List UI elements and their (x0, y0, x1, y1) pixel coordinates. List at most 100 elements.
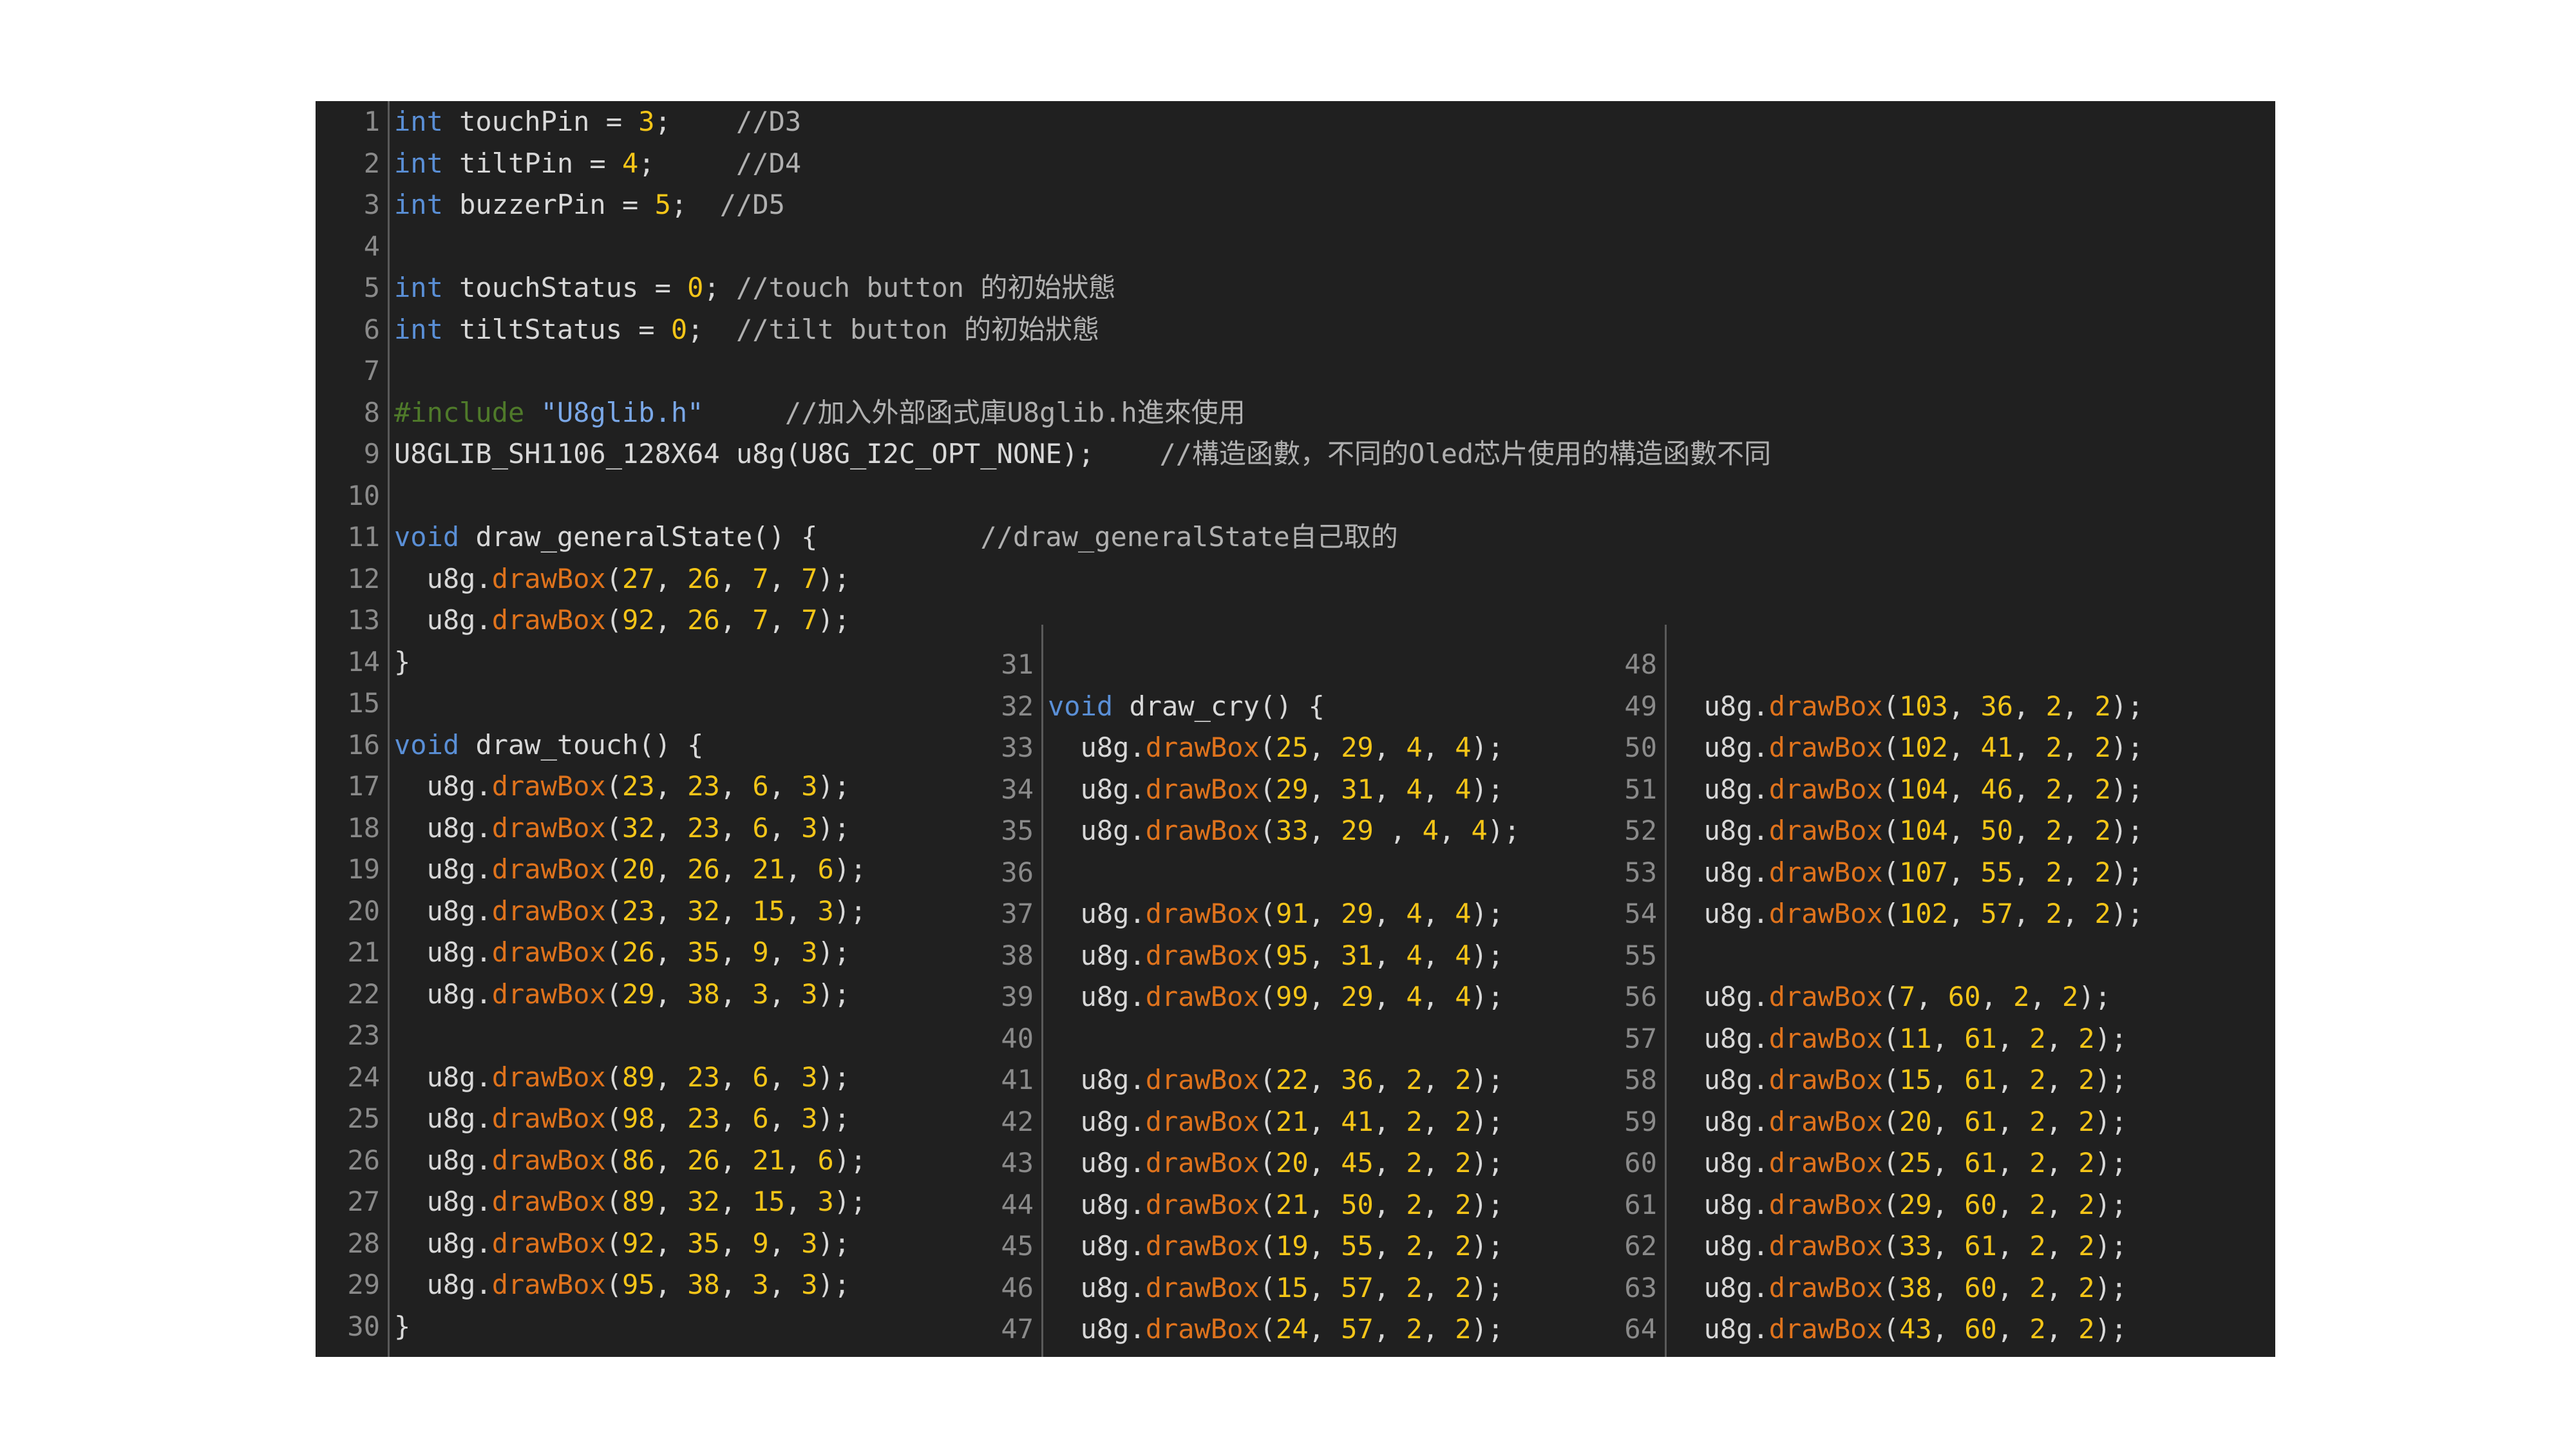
code-token: ( (1882, 1230, 1900, 1262)
code-token: , (1915, 981, 1948, 1012)
code-token: ); (2094, 1022, 2128, 1054)
code-token: 31 (1341, 939, 1374, 971)
code-token: //D3 (736, 106, 802, 137)
code-line[interactable] (1671, 644, 2143, 686)
code-line[interactable]: u8g.drawBox(19, 55, 2, 2); (1048, 1226, 1520, 1267)
code-token: 21 (752, 853, 785, 885)
code-token: 23 (687, 811, 720, 844)
code-line[interactable]: u8g.drawBox(107, 55, 2, 2); (1671, 852, 2144, 894)
code-line[interactable]: u8g.drawBox(38, 60, 2, 2); (1671, 1267, 2143, 1309)
code-token: 4 (1455, 773, 1472, 805)
gutter-divider (1665, 625, 1667, 1357)
code-line[interactable]: u8g.drawBox(25, 61, 2, 2); (1671, 1142, 2143, 1184)
code-token: 102 (1899, 898, 1948, 929)
code-line[interactable]: u8g.drawBox(102, 57, 2, 2); (1671, 893, 2144, 935)
code-line[interactable]: u8g.drawBox(27, 26, 7, 7); (394, 558, 1771, 600)
code-token: 61 (1964, 1147, 1997, 1179)
code-token: int (394, 147, 443, 179)
line-number-gutter: 48 49 50 51 52 53 54 55 56 57 58 59 60 61 62 63 64 (1593, 644, 1657, 1350)
code-line[interactable]: void draw_cry() { (1048, 686, 1520, 728)
code-token: 9 (752, 936, 769, 968)
code-token: u8g. (1671, 773, 1769, 805)
code-token: , (1308, 1188, 1341, 1220)
code-line[interactable]: u8g.drawBox(33, 61, 2, 2); (1671, 1226, 2143, 1267)
code-token: u8g. (394, 936, 492, 968)
code-line[interactable]: u8g.drawBox(103, 36, 2, 2); (1671, 686, 2144, 728)
code-line[interactable]: void draw_generalState() { //draw_genera… (394, 516, 1771, 558)
code-line[interactable]: u8g.drawBox(20, 45, 2, 2); (1048, 1142, 1520, 1184)
code-token: 2 (2029, 1230, 2046, 1262)
code-line[interactable]: u8g.drawBox(15, 57, 2, 2); (1048, 1267, 1520, 1309)
code-token: , (719, 1227, 753, 1259)
code-line[interactable]: U8GLIB_SH1106_128X64 u8g(U8G_I2C_OPT_NON… (394, 433, 1771, 475)
code-line[interactable]: u8g.drawBox(11, 61, 2, 2); (1671, 1018, 2143, 1060)
code-line[interactable]: int touchStatus = 0; //touch button 的初始狀… (394, 267, 1771, 309)
code-line[interactable] (1671, 935, 2143, 977)
code-line[interactable]: u8g.drawBox(29, 31, 4, 4); (1048, 769, 1520, 811)
code-token: 7 (801, 562, 818, 594)
code-line[interactable] (1048, 1018, 1520, 1060)
code-line[interactable]: u8g.drawBox(20, 61, 2, 2); (1671, 1101, 2143, 1143)
code-token: drawBox (491, 562, 606, 594)
code-text[interactable]: void draw_cry() { u8g.drawBox(25, 29, 4,… (1048, 644, 1520, 1350)
code-line[interactable]: int touchPin = 3; //D3 (394, 101, 1771, 143)
code-line[interactable]: #include "U8glib.h" //加入外部函式庫U8glib.h進來使… (394, 392, 1771, 434)
code-line[interactable]: u8g.drawBox(21, 50, 2, 2); (1048, 1184, 1520, 1226)
code-line[interactable]: u8g.drawBox(24, 57, 2, 2); (1048, 1309, 1520, 1350)
code-token: , (1373, 732, 1406, 763)
code-line[interactable] (1048, 644, 1520, 686)
code-line[interactable]: u8g.drawBox(7, 60, 2, 2); (1671, 976, 2143, 1018)
code-line[interactable] (394, 226, 1771, 268)
code-line[interactable]: int buzzerPin = 5; //D5 (394, 184, 1771, 226)
code-line[interactable]: int tiltStatus = 0; //tilt button 的初始狀態 (394, 309, 1771, 351)
code-token: drawBox (491, 978, 606, 1010)
code-text[interactable]: u8g.drawBox(103, 36, 2, 2); u8g.drawBox(… (1671, 644, 2144, 1350)
code-token: 103 (1899, 690, 1948, 722)
code-line[interactable] (394, 475, 1771, 517)
code-token: #include (394, 396, 525, 428)
line-number: 61 (1624, 1188, 1657, 1220)
code-token: drawBox (1768, 1022, 1883, 1054)
code-line[interactable]: u8g.drawBox(15, 61, 2, 2); (1671, 1059, 2143, 1101)
code-line[interactable] (1048, 852, 1520, 894)
code-editor[interactable]: 1 2 3 4 5 6 7 8 9 10 11 12 13 14 15 16 17 18 19 20 21 22 23 24 2… (316, 101, 2275, 1357)
code-line[interactable]: u8g.drawBox(95, 31, 4, 4); (1048, 935, 1520, 977)
code-token: drawBox (1768, 856, 1883, 888)
code-line[interactable]: u8g.drawBox(104, 50, 2, 2); (1671, 810, 2144, 852)
code-token: u8g. (1671, 690, 1769, 722)
code-line[interactable]: int tiltPin = 4; //D4 (394, 143, 1771, 185)
code-token: , (1947, 773, 1981, 805)
code-token: 60 (1947, 981, 1981, 1012)
code-token: drawBox (1145, 773, 1260, 805)
line-number: 36 (1001, 856, 1034, 888)
code-line[interactable]: u8g.drawBox(43, 60, 2, 2); (1671, 1309, 2143, 1350)
code-line[interactable]: u8g.drawBox(22, 36, 2, 2); (1048, 1059, 1520, 1101)
code-token: , (719, 1144, 753, 1176)
code-line[interactable]: u8g.drawBox(21, 41, 2, 2); (1048, 1101, 1520, 1143)
code-line[interactable]: u8g.drawBox(29, 60, 2, 2); (1671, 1184, 2143, 1226)
code-token: , (1996, 1022, 2030, 1054)
code-token: 9 (752, 1227, 769, 1259)
code-token: ( (605, 770, 623, 802)
code-token: drawBox (1768, 690, 1883, 722)
code-line[interactable]: u8g.drawBox(99, 29, 4, 4); (1048, 976, 1520, 1018)
line-number: 48 (1624, 649, 1657, 680)
code-line[interactable] (394, 350, 1771, 392)
code-token: ( (1259, 1147, 1276, 1179)
line-number: 63 (1624, 1271, 1657, 1303)
code-token: , (719, 936, 753, 968)
code-line[interactable]: u8g.drawBox(91, 29, 4, 4); (1048, 893, 1520, 935)
code-token: , (1947, 815, 1981, 846)
code-line[interactable]: u8g.drawBox(25, 29, 4, 4); (1048, 727, 1520, 769)
code-token: , (1308, 1147, 1341, 1179)
code-token: , (784, 1186, 818, 1217)
code-line[interactable]: u8g.drawBox(92, 26, 7, 7); (394, 600, 1771, 641)
code-line[interactable]: u8g.drawBox(33, 29 , 4, 4); (1048, 810, 1520, 852)
code-token: ); (2110, 856, 2144, 888)
code-token: drawBox (1768, 1105, 1883, 1137)
code-token: //D5 (719, 189, 785, 220)
code-token: 6 (752, 811, 769, 844)
code-line[interactable]: u8g.drawBox(102, 41, 2, 2); (1671, 727, 2144, 769)
code-token: 2 (1455, 1105, 1472, 1137)
code-line[interactable]: u8g.drawBox(104, 46, 2, 2); (1671, 769, 2144, 811)
